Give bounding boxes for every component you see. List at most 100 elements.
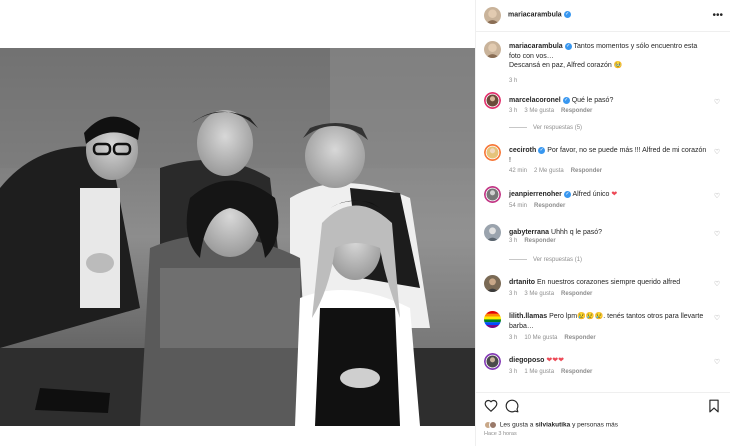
- comment-item: diegoposo ❤❤❤ 3 h 1 Me gusta Responder ♡: [476, 351, 730, 385]
- comment-time: 3 h: [509, 335, 518, 341]
- reply-button[interactable]: Responder: [561, 108, 592, 114]
- commenter-avatar[interactable]: [484, 224, 501, 241]
- reply-button[interactable]: Responder: [561, 291, 592, 297]
- comment-meta: 3 h 3 Me gusta Responder: [509, 291, 599, 297]
- likes-summary[interactable]: Les gusta a silviakutika y personas más: [484, 421, 618, 429]
- comment-meta: 3 h 1 Me gusta Responder: [509, 369, 599, 375]
- author-username[interactable]: mariacarambula: [508, 11, 562, 18]
- heart-icon[interactable]: [484, 399, 498, 413]
- commenter-avatar[interactable]: [484, 144, 501, 161]
- heart-icon[interactable]: ♡: [713, 193, 721, 201]
- reply-button[interactable]: Responder: [564, 335, 595, 341]
- commenter-username[interactable]: gabyterrana: [509, 229, 549, 236]
- commenter-username[interactable]: drtanito: [509, 279, 535, 286]
- commenter-avatar[interactable]: [484, 92, 501, 109]
- likes-suffix: y personas más: [572, 421, 618, 429]
- liker-username[interactable]: silviakutika: [535, 422, 570, 429]
- comment-meta: 42 min 2 Me gusta Responder: [509, 168, 609, 174]
- reply-button[interactable]: Responder: [571, 168, 602, 174]
- comment-item: gabyterrana Uhhh q le pasó? 3 h Responder…: [476, 223, 730, 269]
- commenter-username[interactable]: ceciroth: [509, 147, 536, 154]
- view-replies-button[interactable]: Ver respuestas (1): [509, 257, 582, 263]
- caption-text: mariacarambula ✓ Tantos momentos y sólo e…: [509, 42, 709, 71]
- verified-badge-icon: ✓: [563, 190, 571, 198]
- comment-icon[interactable]: [505, 399, 519, 413]
- comment-item: jeanpierrenoher ✓ Alfred único ❤ 54 min Re…: [476, 185, 730, 215]
- reply-button[interactable]: Responder: [524, 238, 555, 244]
- verified-badge-icon: ✓: [538, 146, 546, 154]
- commenter-username[interactable]: diegoposo: [509, 357, 544, 364]
- commenter-username[interactable]: jeanpierrenoher: [509, 191, 562, 198]
- author-avatar[interactable]: [484, 7, 501, 24]
- view-replies-button[interactable]: Ver respuestas (5): [509, 125, 582, 131]
- verified-badge-icon: ✓: [562, 96, 570, 104]
- heart-icon[interactable]: ♡: [713, 231, 721, 239]
- comment-text: drtanito En nuestros corazones siempre q…: [509, 278, 709, 288]
- caption-username[interactable]: mariacarambula: [509, 43, 563, 50]
- comments-panel: mariacarambula ✓ ••• mariacarambula ✓ Tant…: [475, 0, 730, 446]
- post-header: mariacarambula ✓ •••: [476, 0, 730, 32]
- comment-item: lilith.llamas Pero lpm😢😢😢. tenés tantos …: [476, 307, 730, 347]
- comment-time: 42 min: [509, 168, 528, 174]
- more-options-icon[interactable]: •••: [712, 10, 723, 21]
- comment-item: marcelacoronel ✓ Qué le pasó? 3 h 3 Me gus…: [476, 91, 730, 141]
- heart-icon[interactable]: ♡: [713, 315, 721, 323]
- comment-time: 3 h: [509, 291, 518, 297]
- comment-likes[interactable]: 2 Me gusta: [534, 168, 564, 174]
- comment-time: 3 h: [509, 108, 518, 114]
- heart-icon[interactable]: ♡: [713, 281, 721, 289]
- comment-text: ceciroth ✓ Por favor, no se puede más !!!…: [509, 146, 709, 165]
- post-actions: Les gusta a silviakutika y personas más …: [476, 392, 730, 446]
- comment-text: gabyterrana Uhhh q le pasó?: [509, 228, 709, 238]
- heart-icon[interactable]: ♡: [713, 99, 721, 107]
- comment-likes[interactable]: 10 Me gusta: [524, 335, 557, 341]
- heart-icon[interactable]: ♡: [713, 149, 721, 157]
- red-heart-emoji: ❤: [611, 191, 618, 198]
- post-photo-image: [0, 48, 475, 426]
- comment-text: jeanpierrenoher ✓ Alfred único ❤: [509, 190, 709, 200]
- liker-avatar: [489, 421, 497, 429]
- comment-item: drtanito En nuestros corazones siempre q…: [476, 273, 730, 303]
- commenter-avatar[interactable]: [484, 353, 501, 370]
- comment-body: En nuestros corazones siempre querido al…: [537, 279, 681, 286]
- comments-list[interactable]: mariacarambula ✓ Tantos momentos y sólo e…: [476, 33, 730, 385]
- comment-body: Qué le pasó?: [571, 97, 614, 104]
- post-timestamp[interactable]: Hace 3 horas: [484, 431, 517, 437]
- instagram-post-modal: mariacarambula ✓ ••• mariacarambula ✓ Tant…: [0, 0, 730, 446]
- bookmark-icon[interactable]: [707, 399, 721, 413]
- commenter-avatar[interactable]: [484, 275, 501, 292]
- caption-avatar[interactable]: [484, 41, 501, 58]
- comment-body: ❤❤❤: [546, 357, 564, 364]
- heart-icon[interactable]: ♡: [713, 359, 721, 367]
- caption: mariacarambula ✓ Tantos momentos y sólo e…: [476, 39, 730, 89]
- comment-text: marcelacoronel ✓ Qué le pasó?: [509, 96, 709, 106]
- reply-button[interactable]: Responder: [534, 203, 565, 209]
- likes-prefix: Les gusta a: [499, 421, 534, 429]
- post-photo[interactable]: [0, 48, 475, 426]
- commenter-username[interactable]: lilith.llamas: [509, 313, 547, 320]
- caption-body-line2: Descansá en paz, Alfred corazón 🥹: [509, 62, 623, 69]
- comment-meta: 3 h Responder: [509, 238, 563, 244]
- caption-time: 3 h: [509, 78, 518, 84]
- comment-meta: 3 h 3 Me gusta Responder: [509, 108, 599, 114]
- comment-item: ceciroth ✓ Por favor, no se puede más !!!…: [476, 141, 730, 181]
- comment-likes[interactable]: 3 Me gusta: [524, 291, 554, 297]
- comment-likes[interactable]: 3 Me gusta: [524, 108, 554, 114]
- comment-time: 3 h: [509, 369, 518, 375]
- commenter-username[interactable]: marcelacoronel: [509, 97, 561, 104]
- comment-body: Uhhh q le pasó?: [551, 229, 603, 236]
- comment-body: Alfred único: [572, 191, 610, 198]
- photo-pane: [0, 0, 475, 446]
- verified-badge-icon: ✓: [563, 11, 571, 18]
- reply-button[interactable]: Responder: [561, 369, 592, 375]
- commenter-avatar[interactable]: [484, 311, 501, 328]
- comment-meta: 54 min Responder: [509, 203, 572, 209]
- comment-likes[interactable]: 1 Me gusta: [524, 369, 554, 375]
- comment-time: 3 h: [509, 238, 518, 244]
- comment-text: lilith.llamas Pero lpm😢😢😢. tenés tantos …: [509, 312, 709, 331]
- commenter-avatar[interactable]: [484, 186, 501, 203]
- comment-meta: 3 h 10 Me gusta Responder: [509, 335, 603, 341]
- verified-badge-icon: ✓: [564, 42, 572, 50]
- comment-time: 54 min: [509, 203, 528, 209]
- comment-text: diegoposo ❤❤❤: [509, 356, 709, 366]
